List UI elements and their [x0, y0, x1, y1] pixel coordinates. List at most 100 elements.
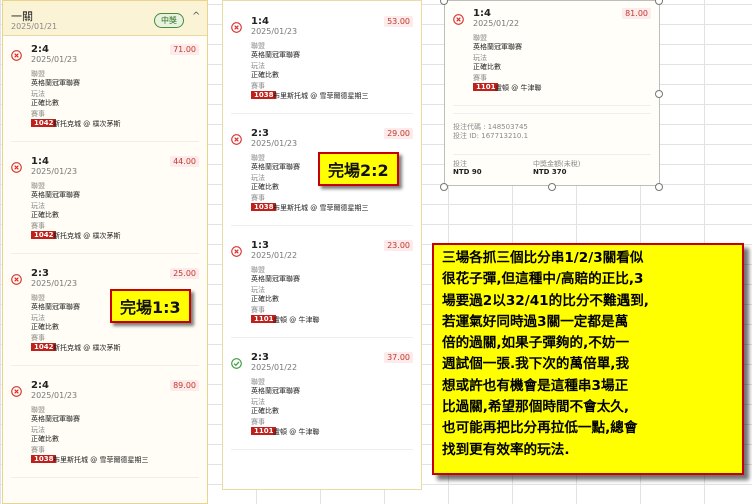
bet-slip-panel-left: 一關 2025/01/21 中獎 ^ 2:4 2025/01/23 71.00 聯盟英…	[2, 0, 208, 504]
match-label: 賽事	[31, 222, 45, 230]
divider	[453, 154, 651, 155]
x-circle-icon	[11, 270, 22, 285]
match-label: 賽事	[251, 306, 265, 314]
note-line: 倍的過關,如果子彈夠的,不妨一	[442, 335, 630, 352]
score-pick: 2:3	[31, 268, 49, 279]
slip-header[interactable]: 一關 2025/01/21 中獎 ^	[3, 1, 207, 36]
score-pick: 1:4	[251, 16, 269, 27]
divider	[231, 337, 413, 338]
match-date: 2025/01/23	[251, 139, 298, 148]
divider	[231, 113, 413, 114]
commentary-note: 三場各抓三個比分串1/2/3關看似 很花子彈,但這種中/高賠的正比,3 場要過2以3…	[432, 243, 744, 475]
play-value: 正確比數	[31, 323, 59, 331]
score-pick: 1:4	[31, 156, 49, 167]
play-value: 正確比數	[251, 71, 279, 79]
match-date: 2025/01/23	[31, 55, 78, 64]
divider	[11, 365, 199, 366]
league-value: 英格蘭冠軍聯賽	[473, 43, 522, 51]
league-value: 英格蘭冠軍聯賽	[31, 191, 80, 199]
play-value: 正確比數	[473, 63, 501, 71]
stake-amount: NTD 90	[453, 168, 482, 176]
match-date: 2025/01/22	[251, 251, 298, 260]
bet-selection-card[interactable]: 1:4 2025/01/22 81.00 聯盟 英格蘭冠軍聯賽 玩法 正確比數 賽事 1101 盧…	[445, 7, 659, 107]
note-line: 也可能再把比分再拉低一點,總會	[442, 420, 638, 437]
x-circle-icon	[11, 382, 22, 397]
match-name: 盧頓 @ 牛津聯	[273, 316, 320, 324]
x-circle-icon	[231, 242, 242, 257]
match-name: 布里斯托城 @ 雪菲爾德星期三	[273, 92, 369, 100]
match-label: 賽事	[473, 74, 487, 82]
bet-selection-card[interactable]: 2:4 2025/01/23 89.00 聯盟 英格蘭冠軍聯賽 玩法 正確比數 賽事 1038 布…	[3, 379, 207, 479]
note-line: 三場各抓三個比分串1/2/3關看似	[442, 250, 644, 266]
match-name: 斯托克城 @ 樸次茅斯	[53, 120, 121, 128]
odds-badge: 23.00	[384, 240, 413, 251]
bet-slip-panel-middle: 1:4 2025/01/23 53.00 聯盟 英格蘭冠軍聯賽 玩法 正確比數 賽事 1038 布…	[222, 0, 422, 490]
bet-selection-card[interactable]: 2:3 2025/01/22 37.00 聯盟 英格蘭冠軍聯賽 玩法 正確比數 賽事 1101 盧…	[223, 351, 421, 451]
odds-badge: 89.00	[170, 380, 199, 391]
match-label: 賽事	[31, 334, 45, 342]
bet-selection-card[interactable]: 2:4 2025/01/23 71.00 聯盟 英格蘭冠軍聯賽 玩法 正確比數 賽事 1042 斯…	[3, 43, 207, 143]
match-label: 賽事	[251, 418, 265, 426]
bet-id: 投注 ID: 167713210.1	[453, 132, 529, 140]
match-label: 賽事	[251, 194, 265, 202]
resize-handle[interactable]	[548, 183, 556, 191]
play-value: 正確比數	[31, 435, 59, 443]
score-pick: 2:3	[251, 128, 269, 139]
score-pick: 1:3	[251, 240, 269, 251]
play-value: 正確比數	[251, 183, 279, 191]
note-line: 很花子彈,但這種中/高賠的正比,3	[442, 271, 644, 288]
play-value: 正確比數	[251, 407, 279, 415]
play-value: 正確比數	[31, 99, 59, 107]
divider	[453, 113, 651, 114]
divider	[231, 449, 413, 450]
divider	[11, 253, 199, 254]
odds-badge: 81.00	[622, 8, 651, 19]
league-value: 英格蘭冠軍聯賽	[251, 387, 300, 395]
win-badge: 中獎	[154, 13, 184, 28]
divider	[11, 141, 199, 142]
odds-badge: 29.00	[384, 128, 413, 139]
resize-handle[interactable]	[440, 183, 448, 191]
result-label-1-3: 完場1:3	[110, 289, 191, 323]
match-name: 盧頓 @ 牛津聯	[495, 84, 542, 92]
bet-selection-card[interactable]: 1:4 2025/01/23 44.00 聯盟 英格蘭冠軍聯賽 玩法 正確比數 賽事 1042 斯…	[3, 155, 207, 255]
match-label: 賽事	[31, 446, 45, 454]
resize-handle[interactable]	[655, 183, 663, 191]
x-circle-icon	[453, 10, 464, 25]
note-line: 找到更有效率的玩法.	[442, 441, 570, 458]
divider	[11, 477, 199, 478]
odds-badge: 44.00	[170, 156, 199, 167]
match-date: 2025/01/23	[31, 167, 78, 176]
score-pick: 1:4	[473, 8, 491, 19]
match-date: 2025/01/23	[31, 279, 78, 288]
bet-slip-panel-right[interactable]: 1:4 2025/01/22 81.00 聯盟 英格蘭冠軍聯賽 玩法 正確比數 賽事 1101 盧…	[444, 0, 660, 186]
score-pick: 2:4	[31, 44, 49, 55]
slip-date: 2025/01/21	[11, 22, 58, 31]
score-pick: 2:3	[251, 352, 269, 363]
league-value: 英格蘭冠軍聯賽	[31, 79, 80, 87]
odds-badge: 53.00	[384, 16, 413, 27]
note-line: 比過關,希望那個時間不會太久,	[442, 399, 630, 416]
match-name: 斯托克城 @ 樸次茅斯	[53, 232, 121, 240]
match-date: 2025/01/23	[31, 391, 78, 400]
x-circle-icon	[11, 158, 22, 173]
league-value: 英格蘭冠軍聯賽	[31, 303, 80, 311]
match-date: 2025/01/22	[473, 19, 520, 28]
x-circle-icon	[231, 18, 242, 33]
x-circle-icon	[231, 130, 242, 145]
play-value: 正確比數	[251, 295, 279, 303]
score-pick: 2:4	[31, 380, 49, 391]
odds-badge: 71.00	[170, 44, 199, 55]
match-label: 賽事	[251, 82, 265, 90]
bet-selection-card[interactable]: 1:3 2025/01/22 23.00 聯盟 英格蘭冠軍聯賽 玩法 正確比數 賽事 1101 盧…	[223, 239, 421, 339]
chevron-up-icon[interactable]: ^	[192, 11, 200, 22]
note-line: 若運氣好同時過3關一定都是萬	[442, 313, 629, 330]
x-circle-icon	[11, 46, 22, 61]
divider	[231, 225, 413, 226]
resize-handle[interactable]	[655, 90, 663, 98]
league-value: 英格蘭冠軍聯賽	[251, 163, 300, 171]
odds-badge: 25.00	[170, 268, 199, 279]
bet-selection-card[interactable]: 1:4 2025/01/23 53.00 聯盟 英格蘭冠軍聯賽 玩法 正確比數 賽事 1038 布…	[223, 15, 421, 115]
odds-badge: 37.00	[384, 352, 413, 363]
match-date: 2025/01/23	[251, 27, 298, 36]
